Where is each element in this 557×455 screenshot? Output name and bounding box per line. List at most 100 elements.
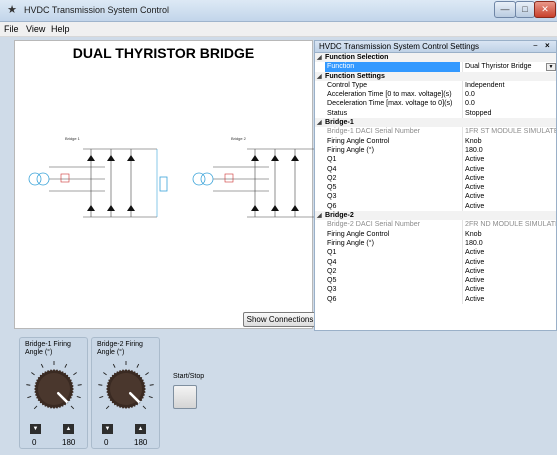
category-row[interactable]: ◢ Function Settings: [315, 71, 556, 81]
column-divider[interactable]: [462, 173, 463, 184]
column-divider[interactable]: [462, 201, 463, 212]
property-row[interactable]: Q4 Active: [315, 164, 556, 174]
property-value[interactable]: Knob: [465, 230, 482, 239]
property-row[interactable]: Q5 Active: [315, 183, 556, 193]
close-panel-icon[interactable]: ×: [545, 41, 550, 50]
property-row[interactable]: Firing Angle Control Knob: [315, 229, 556, 239]
property-row[interactable]: Q3 Active: [315, 285, 556, 295]
property-row[interactable]: Firing Angle (°) 180.0: [315, 238, 556, 249]
property-row[interactable]: Acceleration Time [0 to max. voltage](s)…: [315, 90, 556, 100]
dial-tick: [77, 384, 82, 386]
column-divider[interactable]: [462, 238, 463, 249]
maximize-button[interactable]: □: [515, 1, 535, 18]
property-value[interactable]: Knob: [465, 137, 482, 146]
bridge-2-firing-knob[interactable]: [92, 354, 161, 422]
property-row[interactable]: Bridge-1 DACI Serial Number 1FR ST MODULE…: [315, 127, 556, 137]
menu-view[interactable]: View: [26, 24, 45, 34]
property-row[interactable]: Q1 Active: [315, 155, 556, 165]
property-value[interactable]: 180.0: [465, 146, 483, 155]
column-divider[interactable]: [462, 192, 463, 202]
menu-file[interactable]: File: [4, 24, 19, 34]
column-divider[interactable]: [462, 145, 463, 156]
property-row[interactable]: Firing Angle (°) 180.0: [315, 145, 556, 156]
column-divider[interactable]: [462, 90, 463, 100]
property-value[interactable]: Active: [465, 183, 484, 192]
property-name: Q2: [327, 266, 337, 275]
property-value[interactable]: 0.0: [465, 90, 475, 99]
thyristor-icon: [127, 205, 135, 211]
property-row[interactable]: Q2 Active: [315, 173, 556, 184]
column-divider[interactable]: [462, 80, 463, 91]
column-divider[interactable]: [462, 183, 463, 193]
property-name: Q3: [327, 285, 337, 294]
pin-icon[interactable]: −: [533, 41, 538, 50]
property-row[interactable]: Function Dual Thyristor Bridge ▼: [315, 62, 556, 72]
column-divider[interactable]: [462, 294, 463, 305]
column-divider[interactable]: [462, 127, 463, 137]
bridge-2-increment-button[interactable]: ▲: [135, 424, 146, 434]
property-row[interactable]: Status Stopped: [315, 108, 556, 119]
property-value[interactable]: Active: [465, 202, 484, 211]
column-divider[interactable]: [462, 285, 463, 295]
column-divider[interactable]: [462, 136, 463, 146]
close-button[interactable]: ✕: [534, 1, 556, 18]
dropdown-arrow-icon[interactable]: ▼: [546, 63, 556, 72]
dial-tick: [98, 384, 103, 386]
column-divider[interactable]: [462, 276, 463, 286]
bridge-1-decrement-button[interactable]: ▼: [30, 424, 41, 434]
property-row[interactable]: Q3 Active: [315, 192, 556, 202]
minimize-button[interactable]: —: [494, 1, 516, 18]
column-divider[interactable]: [462, 108, 463, 119]
column-divider[interactable]: [462, 99, 463, 109]
property-row[interactable]: Q6 Active: [315, 294, 556, 305]
property-row[interactable]: Bridge-2 DACI Serial Number 2FR ND MODULE…: [315, 220, 556, 230]
start-stop-button[interactable]: [173, 385, 197, 409]
column-divider[interactable]: [462, 62, 463, 72]
column-divider[interactable]: [462, 220, 463, 230]
property-value[interactable]: Active: [465, 258, 484, 267]
category-row[interactable]: ◢ Bridge-1: [315, 118, 556, 128]
column-divider[interactable]: [462, 229, 463, 239]
property-name: Q1: [327, 155, 337, 164]
property-value[interactable]: Active: [465, 276, 484, 285]
property-row[interactable]: Q4 Active: [315, 257, 556, 267]
property-row[interactable]: Firing Angle Control Knob: [315, 136, 556, 146]
bridge-1-increment-button[interactable]: ▲: [63, 424, 74, 434]
property-row[interactable]: Control Type Independent: [315, 80, 556, 91]
property-value[interactable]: Active: [465, 248, 484, 257]
property-row[interactable]: Q5 Active: [315, 276, 556, 286]
category-row[interactable]: ◢ Bridge-2: [315, 211, 556, 221]
property-value[interactable]: Active: [465, 192, 484, 201]
column-divider[interactable]: [462, 164, 463, 174]
property-row[interactable]: Q2 Active: [315, 266, 556, 277]
property-value[interactable]: Active: [465, 285, 484, 294]
property-value[interactable]: 180.0: [465, 239, 483, 248]
property-value[interactable]: Independent: [465, 81, 504, 90]
property-value[interactable]: Active: [465, 165, 484, 174]
property-value[interactable]: 0.0: [465, 99, 475, 108]
property-value[interactable]: Active: [465, 174, 484, 183]
bridge-2-max-label: 180: [134, 438, 148, 447]
column-divider[interactable]: [462, 266, 463, 277]
property-row[interactable]: Deceleration Time [max. voltage to 0](s)…: [315, 99, 556, 109]
column-divider[interactable]: [462, 155, 463, 165]
show-connections-button[interactable]: Show Connections: [243, 312, 317, 327]
property-value[interactable]: Active: [465, 267, 484, 276]
dial-tick: [40, 363, 44, 368]
property-value[interactable]: 2FR ND MODULE SIMULATE: [465, 220, 556, 229]
property-row[interactable]: Q6 Active: [315, 201, 556, 212]
source-coil-icon: [200, 172, 214, 186]
property-value[interactable]: Dual Thyristor Bridge: [465, 62, 532, 71]
bridge-2-decrement-button[interactable]: ▼: [102, 424, 113, 434]
column-divider[interactable]: [462, 257, 463, 267]
property-value[interactable]: Active: [465, 155, 484, 164]
bridge-1-firing-knob[interactable]: [20, 354, 89, 422]
settings-panel: HVDC Transmission System Control Setting…: [314, 40, 557, 331]
menu-help[interactable]: Help: [51, 24, 70, 34]
column-divider[interactable]: [462, 248, 463, 258]
property-value[interactable]: 1FR ST MODULE SIMULATE: [465, 127, 556, 136]
property-row[interactable]: Q1 Active: [315, 248, 556, 258]
category-row[interactable]: ◢ Function Selection: [315, 53, 556, 63]
property-value[interactable]: Stopped: [465, 109, 491, 118]
property-value[interactable]: Active: [465, 295, 484, 304]
